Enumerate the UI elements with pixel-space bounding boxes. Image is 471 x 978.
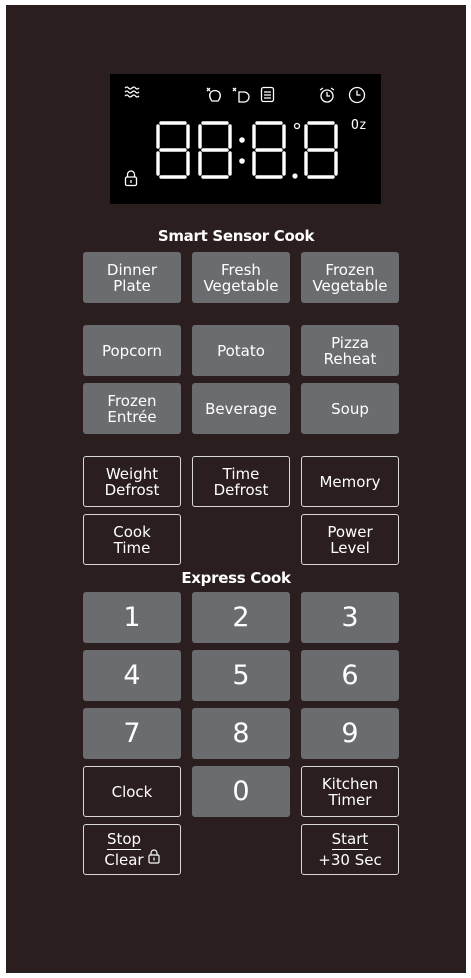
number-key-5[interactable]: 5 xyxy=(192,650,290,701)
stop-clear-button[interactable]: Stop Clear xyxy=(83,824,181,875)
beverage-button[interactable]: Beverage xyxy=(192,383,290,434)
number-key-8[interactable]: 8 xyxy=(192,708,290,759)
popcorn-button[interactable]: Popcorn xyxy=(83,325,181,376)
clock-button[interactable]: Clock xyxy=(83,766,181,817)
defrost-food-icon xyxy=(205,86,225,103)
memory-button[interactable]: Memory xyxy=(301,456,399,507)
control-panel: Oz Smart Sensor Cook Dinner Plate Fresh … xyxy=(6,5,466,973)
fresh-vegetable-button[interactable]: Fresh Vegetable xyxy=(192,252,290,303)
plus-30-sec-text: +30 Sec xyxy=(318,851,382,869)
power-level-button[interactable]: Power Level xyxy=(301,514,399,565)
digit-1 xyxy=(156,121,190,179)
soup-button[interactable]: Soup xyxy=(301,383,399,434)
ounce-unit: Oz xyxy=(351,118,367,133)
cook-time-button[interactable]: Cook Time xyxy=(83,514,181,565)
start-text: Start xyxy=(331,830,369,850)
kitchen-timer-button[interactable]: Kitchen Timer xyxy=(301,766,399,817)
number-key-0[interactable]: 0 xyxy=(192,766,290,817)
number-key-7[interactable]: 7 xyxy=(83,708,181,759)
start-button[interactable]: Start +30 Sec xyxy=(301,824,399,875)
frozen-entree-button[interactable]: Frozen Entrée xyxy=(83,383,181,434)
start-label: Start +30 Sec xyxy=(318,831,381,868)
child-lock-icon xyxy=(124,170,138,187)
timer-alarm-icon xyxy=(318,86,336,104)
weight-defrost-button[interactable]: Weight Defrost xyxy=(83,456,181,507)
frozen-vegetable-button[interactable]: Frozen Vegetable xyxy=(301,252,399,303)
clock-icon xyxy=(348,86,366,104)
smart-sensor-title: Smart Sensor Cook xyxy=(157,227,315,245)
express-cook-title: Express Cook xyxy=(181,569,291,587)
sensor-reheat-icon xyxy=(231,86,253,103)
time-defrost-button[interactable]: Time Defrost xyxy=(192,456,290,507)
clear-label: Clear xyxy=(104,851,144,869)
time-digits xyxy=(154,120,344,180)
number-key-9[interactable]: 9 xyxy=(301,708,399,759)
lcd-display: Oz xyxy=(110,74,381,204)
potato-button[interactable]: Potato xyxy=(192,325,290,376)
stop-clear-label: Stop Clear xyxy=(104,831,143,868)
digit-4 xyxy=(304,121,338,179)
unlock-icon xyxy=(148,833,160,867)
stop-label: Stop xyxy=(106,830,142,850)
digit-3 xyxy=(252,121,286,179)
steam-icon xyxy=(124,86,140,100)
digit-2 xyxy=(198,121,232,179)
dinner-plate-button[interactable]: Dinner Plate xyxy=(83,252,181,303)
number-key-1[interactable]: 1 xyxy=(83,592,181,643)
menu-list-icon xyxy=(260,86,275,103)
number-key-6[interactable]: 6 xyxy=(301,650,399,701)
degree-dot-icon xyxy=(293,122,301,130)
colon xyxy=(239,137,245,164)
number-key-3[interactable]: 3 xyxy=(301,592,399,643)
pizza-reheat-button[interactable]: Pizza Reheat xyxy=(301,325,399,376)
number-key-2[interactable]: 2 xyxy=(192,592,290,643)
number-key-4[interactable]: 4 xyxy=(83,650,181,701)
